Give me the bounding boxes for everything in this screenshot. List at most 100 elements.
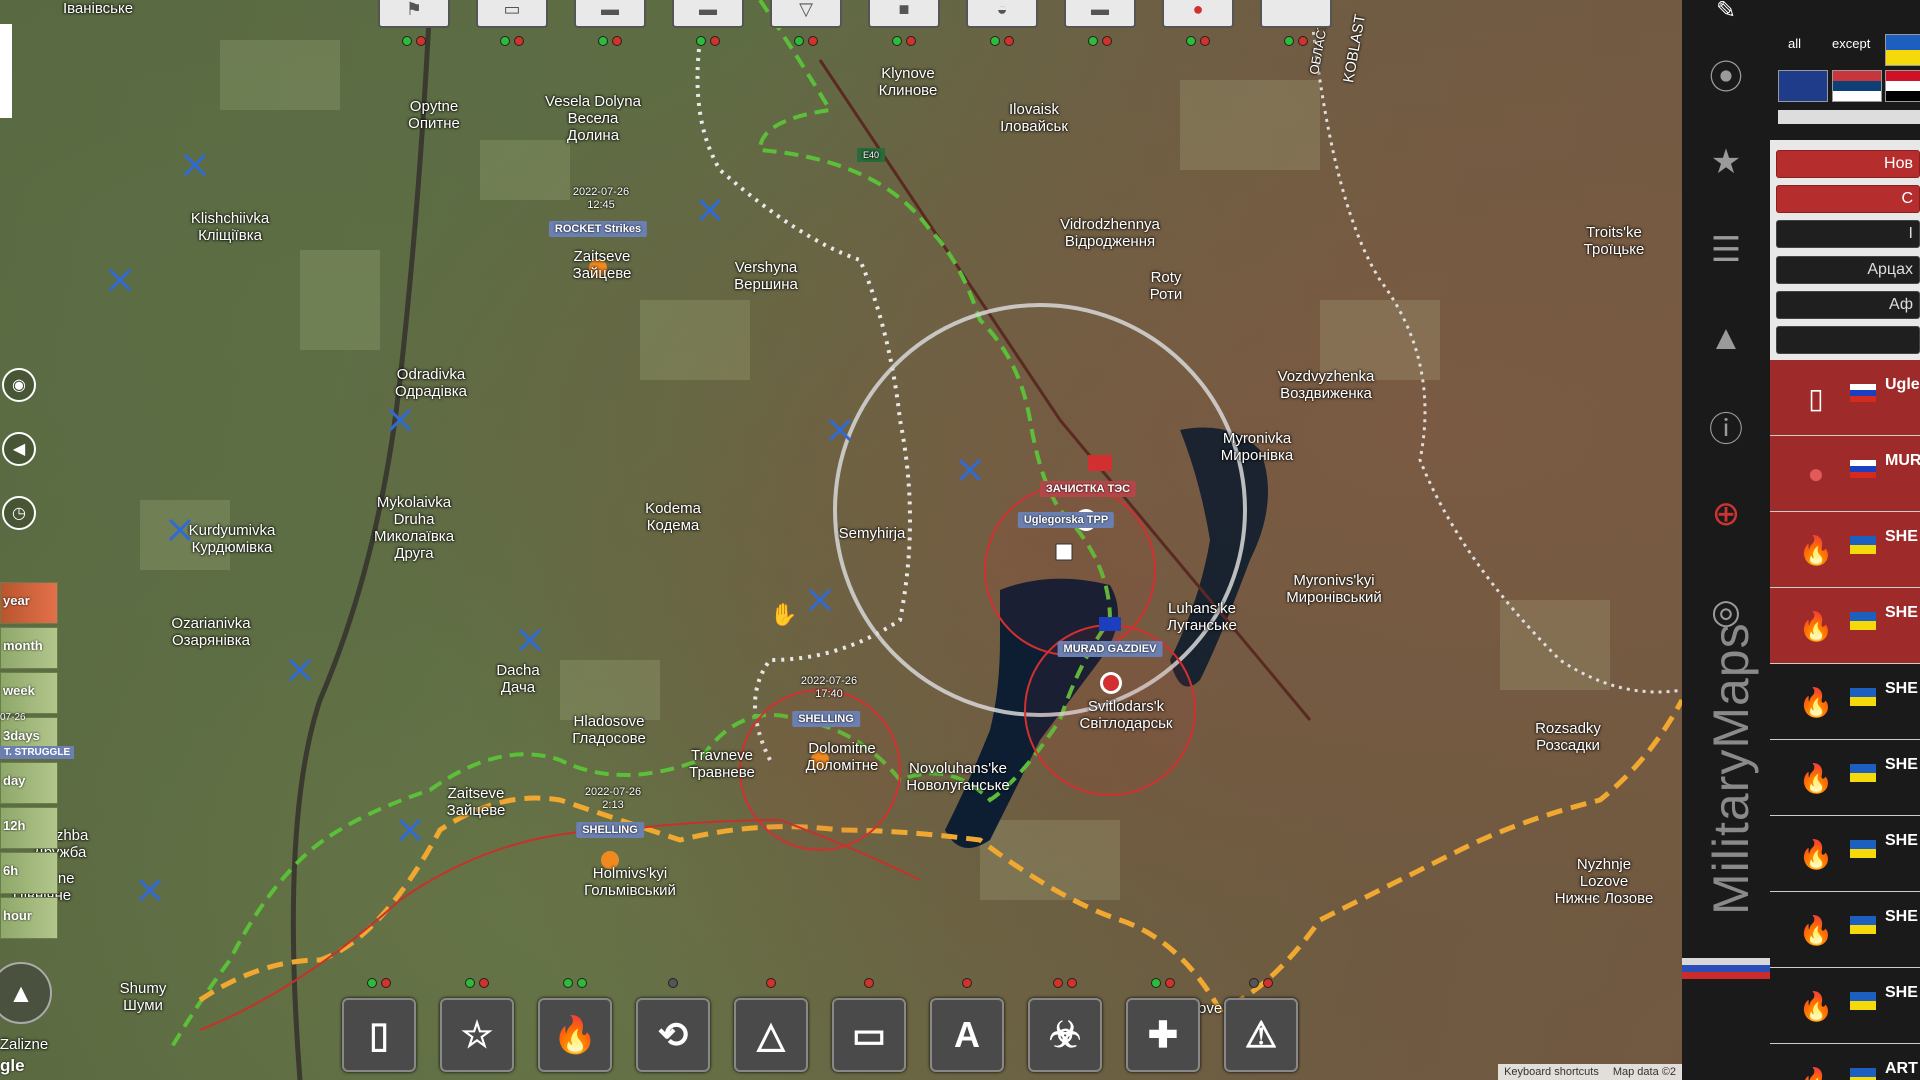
ru-flag-icon — [1850, 460, 1876, 478]
tag-murad-gazdiev[interactable]: MURAD GAZDIEV — [1057, 641, 1163, 657]
ru-flag-icon — [1850, 384, 1876, 402]
syria-flag-filter[interactable] — [1885, 70, 1920, 102]
time-filter-month[interactable]: month — [0, 627, 58, 669]
time-filter: year month week 3days day 12h 6h hour — [0, 582, 58, 942]
event-title: SHE — [1885, 832, 1918, 849]
event-row[interactable]: 🔥 ART — [1770, 1044, 1920, 1080]
event-row[interactable]: 🔥 SHE — [1770, 816, 1920, 892]
event-row[interactable]: 🔥 SHE — [1770, 740, 1920, 816]
fortification-button[interactable]: ▯ — [342, 978, 416, 1072]
unit-helmet-button[interactable]: ◒ — [966, 0, 1038, 46]
place-roty: Roty Роти — [1149, 269, 1183, 303]
unit-tank-button[interactable]: ▬ — [672, 0, 744, 46]
event-title: SHE — [1885, 604, 1918, 621]
navigate-button[interactable]: ▲ — [1704, 316, 1748, 360]
place-opytne: Opytne Опитне — [408, 98, 460, 132]
edit-button[interactable]: ✎ — [1704, 0, 1748, 32]
ua-flag-icon — [1850, 764, 1876, 782]
nav-button-artsakh[interactable]: Арцах — [1776, 256, 1920, 284]
tag-zachistka[interactable]: ЗАЧИСТКА ТЭС — [1039, 481, 1137, 497]
filter-except[interactable]: except — [1832, 36, 1870, 51]
unit-truck-button[interactable]: ▭ — [476, 0, 548, 46]
place-odradivka: Odradivka Одрадівка — [394, 366, 468, 400]
speaker-icon: ◀ — [12, 441, 26, 458]
place-troitske: Troits'ke Троїцьке — [1583, 224, 1645, 258]
nav-button-6[interactable] — [1776, 326, 1920, 354]
text-button[interactable]: A — [930, 978, 1004, 1072]
ua-flag-icon — [1850, 536, 1876, 554]
event-row[interactable]: ▯ Ugle — [1770, 360, 1920, 436]
place-travneve: Travneve Травневе — [689, 747, 755, 781]
ua-flag-filter[interactable] — [1885, 34, 1920, 66]
place-myronivka: Myronivka Миронівка — [1220, 430, 1294, 464]
ruler-button[interactable]: ▭ — [832, 978, 906, 1072]
unit-artillery-button[interactable]: ■ — [868, 0, 940, 46]
tag-shelling-2[interactable]: SHELLING — [576, 822, 644, 838]
time-filter-6h[interactable]: 6h — [0, 852, 58, 894]
event-row[interactable]: 🔥 SHE — [1770, 664, 1920, 740]
menu-icon: ☰ — [1710, 231, 1742, 269]
unit-apc-button[interactable]: ▬ — [574, 0, 646, 46]
fire-icon: 🔥 — [1798, 914, 1834, 946]
unit-blank-button[interactable] — [1260, 0, 1332, 46]
fortification-icon: ▯ — [1808, 382, 1824, 414]
route-button[interactable]: ⟲ — [636, 978, 710, 1072]
nato-flag-filter[interactable] — [1778, 70, 1828, 102]
time-filter-day[interactable]: day — [0, 762, 58, 804]
keyboard-shortcuts-link[interactable]: Keyboard shortcuts — [1504, 1066, 1599, 1078]
nav-button-afghanistan[interactable]: Аф — [1776, 291, 1920, 319]
unit-missile-button[interactable]: ▽ — [770, 0, 842, 46]
place-vozdvyzhenka: Vozdvyzhenka Воздвиженка — [1277, 368, 1375, 402]
russia-front-line — [198, 698, 1682, 1014]
event-title: SHE — [1885, 984, 1918, 1001]
sound-button[interactable]: ◀ — [2, 432, 36, 466]
soldier-icon: ● — [1807, 458, 1825, 489]
fire-icon: 🔥 — [1798, 990, 1834, 1022]
event-row[interactable]: 🔥 SHE — [1770, 968, 1920, 1044]
event-list: ▯ Ugle ● MUR 🔥 SHE 🔥 SHE 🔥 SHE 🔥 SHE 🔥 S… — [1770, 360, 1920, 1080]
map-canvas[interactable]: ✋ Іванівське Opytne Опитне Vesela Dolyna… — [0, 0, 1682, 1080]
favorites-button[interactable]: ★ — [1704, 140, 1748, 184]
time-filter-hour[interactable]: hour — [0, 897, 58, 939]
star-button[interactable]: ☆ — [440, 978, 514, 1072]
event-title: SHE — [1885, 908, 1918, 925]
event-row[interactable]: 🔥 SHE — [1770, 512, 1920, 588]
uk-flag-button[interactable]: ⊕ — [1704, 492, 1748, 536]
record-button[interactable]: ◉ — [2, 368, 36, 402]
tag-rocket-strikes[interactable]: ROCKET Strikes — [548, 221, 648, 237]
time-filter-12h[interactable]: 12h — [0, 807, 58, 849]
hand-cursor-icon: ✋ — [770, 602, 797, 628]
nav-button-1[interactable]: Нов — [1776, 150, 1920, 178]
unit-tank2-button[interactable]: ▬ — [1064, 0, 1136, 46]
event-row[interactable]: ● MUR — [1770, 436, 1920, 512]
serbia-flag-filter[interactable] — [1832, 70, 1882, 102]
google-logo: gle — [0, 1056, 25, 1075]
history-button[interactable]: ◷ — [2, 496, 36, 530]
unit-soldier-button[interactable]: ● — [1162, 0, 1234, 46]
warning-button[interactable]: ⚠ — [1224, 978, 1298, 1072]
ua-flag-icon — [1850, 1068, 1876, 1080]
location-button[interactable]: ⦿ — [1704, 52, 1748, 97]
place-semyhirja: Semyhirja — [838, 525, 906, 542]
tag-uglegorska-tpp[interactable]: Uglegorska TPP — [1017, 512, 1115, 528]
tag-shelling-1[interactable]: SHELLING — [792, 711, 860, 727]
triangle-button[interactable]: △ — [734, 978, 808, 1072]
filter-all[interactable]: all — [1788, 36, 1801, 51]
biohazard-button[interactable]: ☣ — [1028, 978, 1102, 1072]
unit-flag-button[interactable]: ⚑ — [378, 0, 450, 46]
north-arrow-icon: ▲ — [8, 977, 34, 1008]
info-button[interactable]: ⓘ — [1704, 404, 1748, 449]
menu-button[interactable]: ☰ — [1704, 228, 1748, 272]
event-row[interactable]: 🔥 SHE — [1770, 588, 1920, 664]
medical-button[interactable]: ✚ — [1126, 978, 1200, 1072]
filter-scrollbar[interactable] — [1778, 110, 1920, 124]
event-row[interactable]: 🔥 SHE — [1770, 892, 1920, 968]
time-filter-week[interactable]: week — [0, 672, 58, 714]
fire-button[interactable]: 🔥 — [538, 978, 612, 1072]
time-filter-tag: T. STRUGGLE — [0, 746, 75, 759]
nav-button-2[interactable]: С — [1776, 185, 1920, 213]
flag-icon: ⚑ — [405, 0, 423, 19]
info-icon: ⓘ — [1709, 410, 1743, 449]
time-filter-year[interactable]: year — [0, 582, 58, 624]
nav-button-3[interactable]: І — [1776, 220, 1920, 248]
